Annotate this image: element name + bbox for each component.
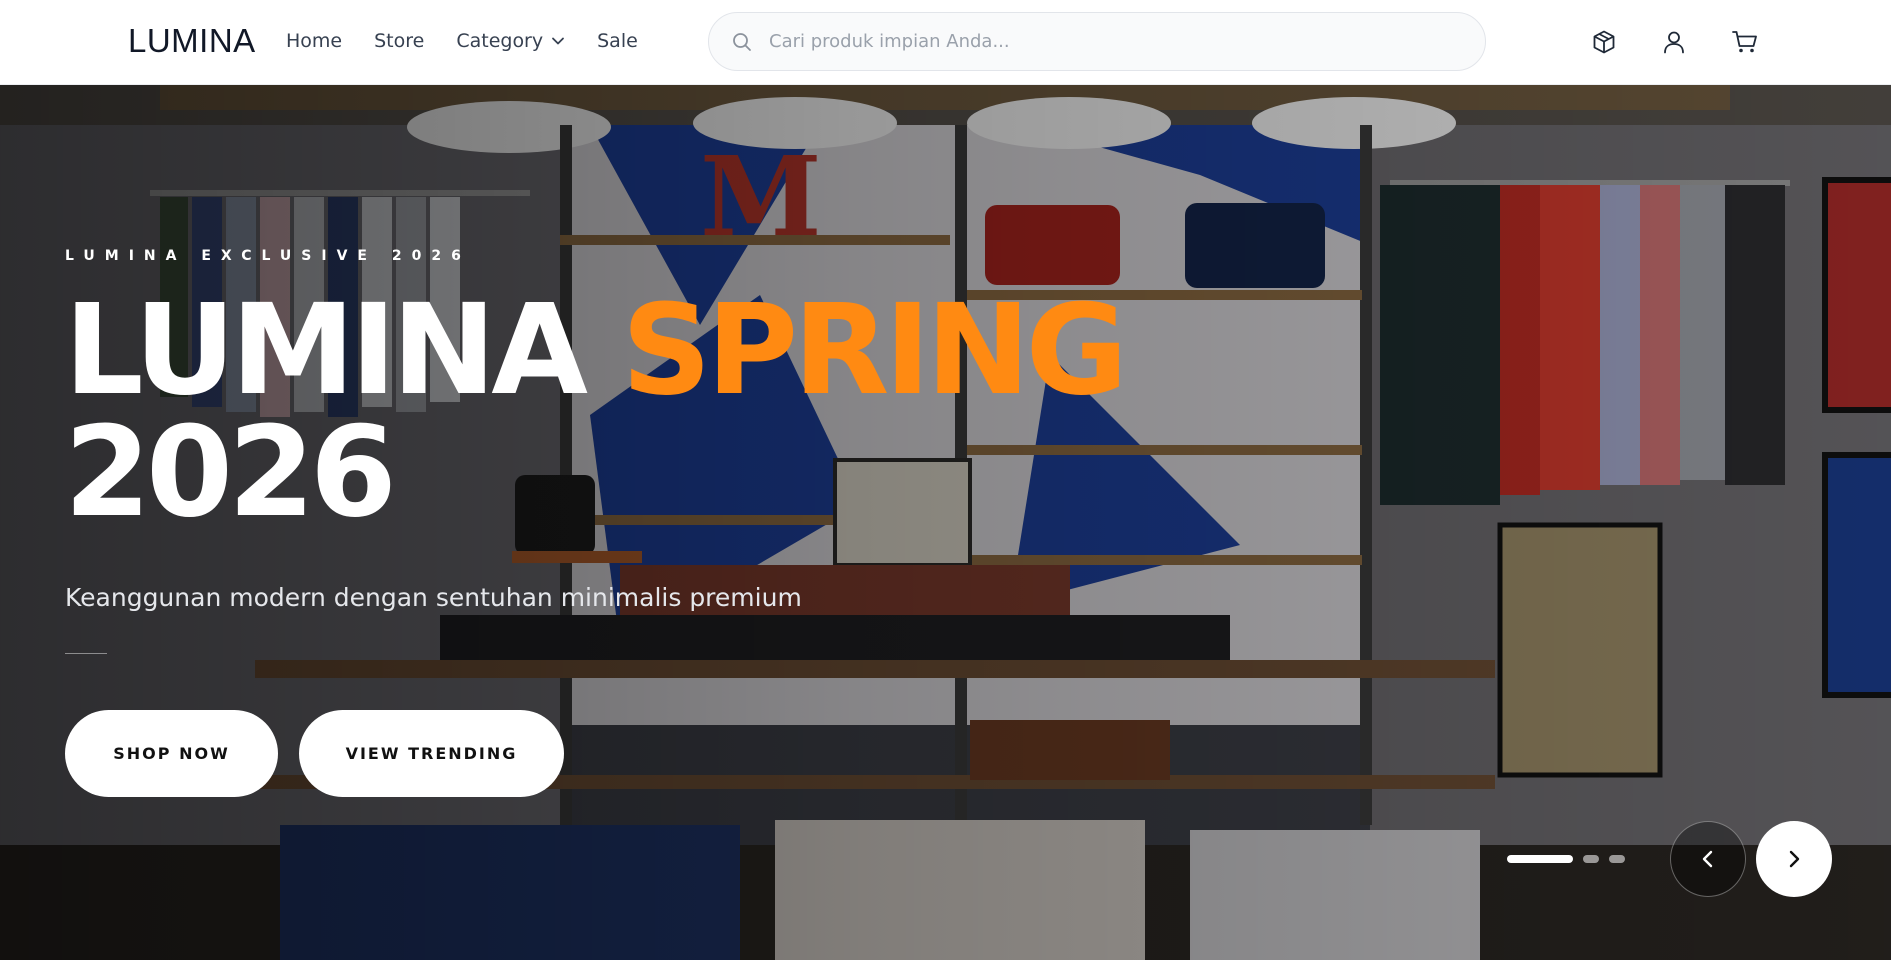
main-nav: Home Store Category Sale [286,30,670,52]
hero-eyebrow: LUMINA EXCLUSIVE 2026 [65,248,471,264]
chevron-left-icon [1702,850,1713,868]
slide-dot-1[interactable] [1507,855,1573,863]
top-navbar: LUMINA Home Store Category Sale [0,0,1891,85]
search-bar [708,12,1486,71]
brand-logo[interactable]: LUMINA [128,22,256,60]
chevron-right-icon [1789,850,1800,868]
search-icon [731,31,753,53]
headline-year: 2026 [64,400,397,545]
next-slide-button[interactable] [1756,821,1832,897]
nav-item-sale[interactable]: Sale [597,30,638,52]
previous-slide-button[interactable] [1670,821,1746,897]
hero-subtitle: Keanggunan modern dengan sentuhan minima… [65,583,802,612]
box-icon[interactable] [1588,26,1620,58]
nav-item-home[interactable]: Home [286,30,342,52]
search-input[interactable] [769,31,1449,52]
slide-dot-3[interactable] [1609,855,1625,863]
cart-icon[interactable] [1729,26,1761,58]
slide-dot-2[interactable] [1583,855,1599,863]
nav-item-category[interactable]: Category [456,30,565,52]
nav-item-store[interactable]: Store [374,30,424,52]
headline-accent: SPRING [621,278,1128,423]
hero-banner: M [0,85,1891,960]
user-icon[interactable] [1658,26,1690,58]
view-trending-button[interactable]: VIEW TRENDING [299,710,564,797]
slide-indicators [1507,855,1635,863]
shop-now-button[interactable]: SHOP NOW [65,710,278,797]
chevron-down-icon [552,37,565,45]
hero-headline: LUMINA SPRING 2026 [64,288,1128,535]
nav-item-category-label: Category [456,30,544,52]
hero-divider [65,653,107,654]
